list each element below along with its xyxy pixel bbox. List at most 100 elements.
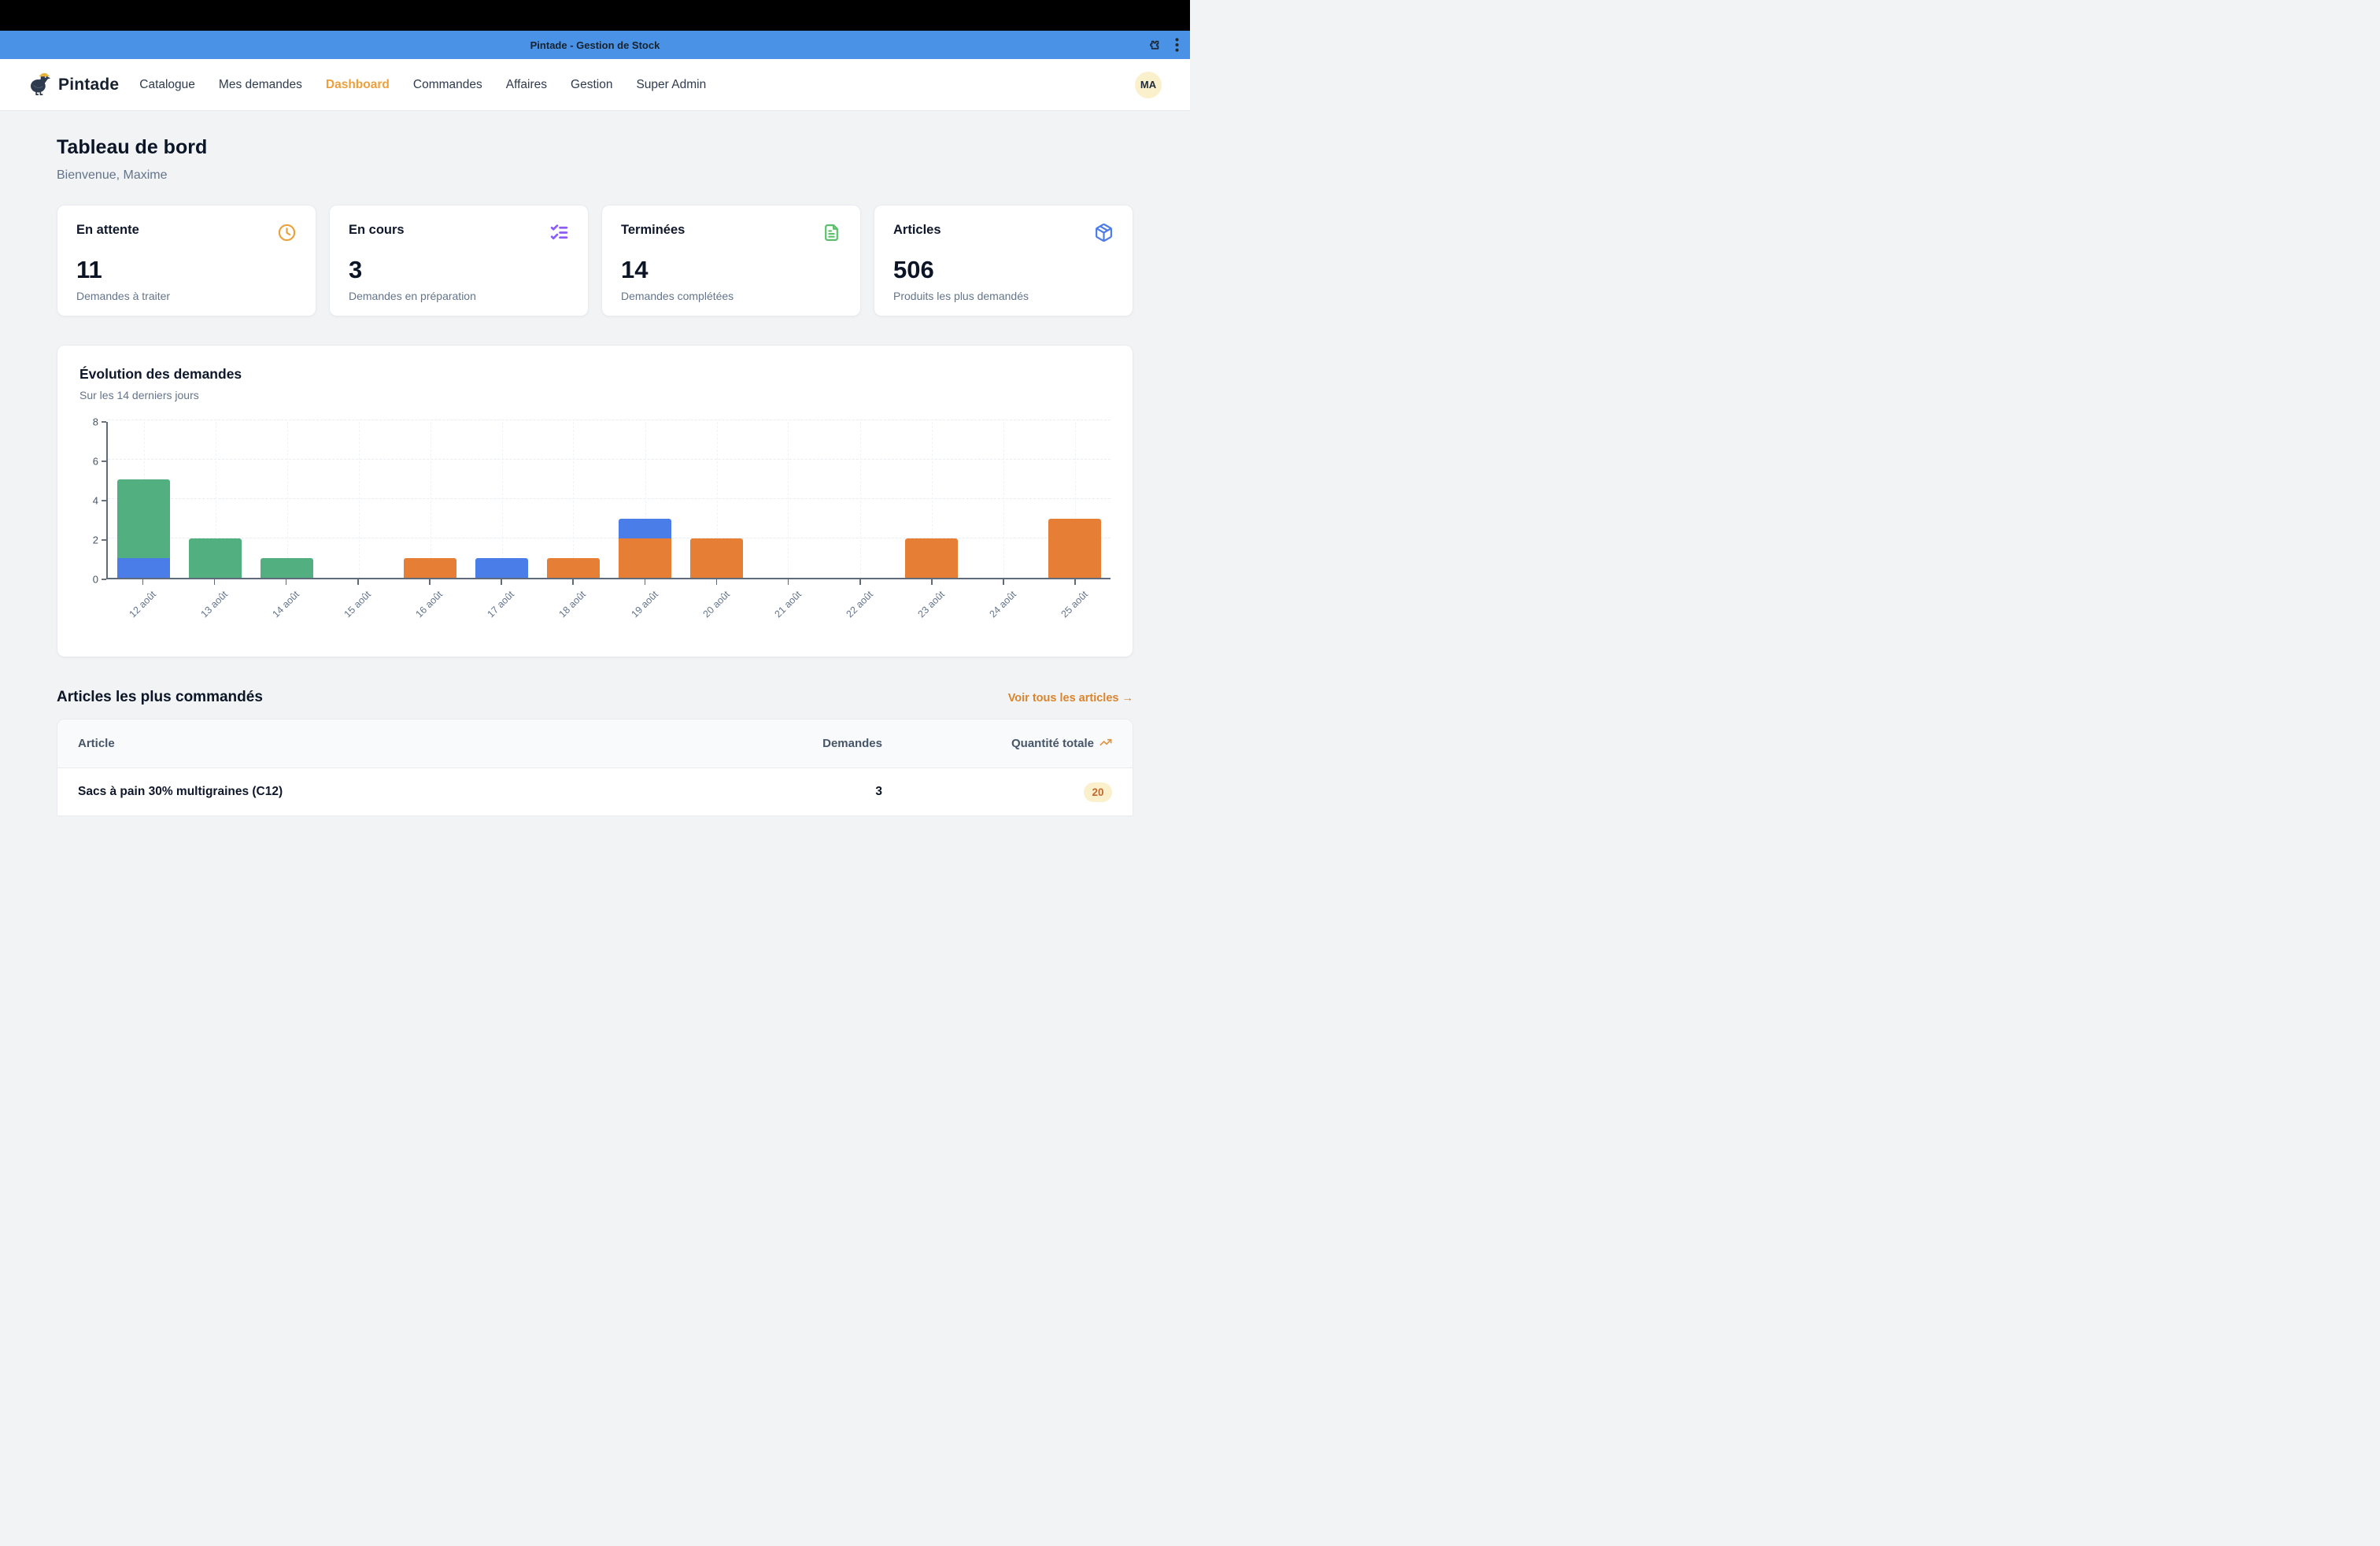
nav-item-catalogue[interactable]: Catalogue: [139, 78, 195, 92]
x-axis-tick: [1074, 579, 1076, 585]
x-tick-label: 18 août: [557, 589, 588, 620]
stat-value: 3: [349, 256, 569, 284]
view-all-articles-link[interactable]: Voir tous les articles →: [1008, 692, 1133, 705]
nav-item-dashboard[interactable]: Dashboard: [326, 78, 390, 92]
nav-items: Catalogue Mes demandes Dashboard Commandes A…: [139, 78, 706, 92]
stat-label: En attente: [76, 223, 139, 238]
x-tick-label: 25 août: [1059, 589, 1090, 620]
y-axis-label: 4: [93, 495, 98, 507]
col-header-article: Article: [78, 737, 788, 750]
chart-bar: [547, 558, 600, 578]
y-axis-label: 6: [93, 456, 98, 468]
kebab-menu-icon[interactable]: [1175, 38, 1179, 52]
file-text-icon: [822, 223, 841, 246]
gridline: [287, 422, 288, 578]
bar-chart: [106, 422, 1111, 579]
chart-bar: [404, 558, 456, 578]
stat-label: En cours: [349, 223, 405, 238]
bar-segment-orange: [619, 538, 671, 578]
x-axis-tick: [1003, 579, 1004, 585]
nav-item-super-admin[interactable]: Super Admin: [636, 78, 706, 92]
nav-item-affaires[interactable]: Affaires: [506, 78, 547, 92]
x-tick-label: 21 août: [772, 589, 803, 620]
bar-segment-blue: [475, 558, 528, 578]
gridline: [788, 422, 789, 578]
stat-sublabel: Produits les plus demandés: [893, 290, 1114, 302]
x-axis-tick: [429, 579, 431, 585]
stat-value: 506: [893, 256, 1114, 284]
chart-title: Évolution des demandes: [79, 366, 1111, 383]
bird-logo-icon: [28, 70, 52, 100]
gridline: [860, 422, 861, 578]
x-axis-tick: [645, 579, 646, 585]
trending-up-icon: [1099, 736, 1112, 752]
bar-segment-blue: [619, 519, 671, 538]
x-tick-label: 14 août: [270, 589, 301, 620]
chart-bar: [261, 558, 313, 578]
nav-item-mes-demandes[interactable]: Mes demandes: [219, 78, 302, 92]
x-axis-tick: [142, 579, 144, 585]
gridline: [1003, 422, 1004, 578]
x-tick-label: 12 août: [127, 589, 157, 620]
stat-card-articles: Articles 506 Produits les plus demandés: [874, 205, 1133, 316]
gridline: [502, 422, 503, 578]
col-header-quantite[interactable]: Quantité totale: [882, 736, 1112, 752]
quantite-cell: 20: [882, 782, 1112, 802]
x-tick-label: 20 août: [700, 589, 731, 620]
bar-segment-green: [189, 538, 242, 578]
x-tick-label: 19 août: [629, 589, 660, 620]
chrome-top-bar: [0, 0, 1190, 31]
chart-subtitle: Sur les 14 derniers jours: [79, 389, 1111, 401]
package-icon: [1094, 223, 1114, 246]
avatar[interactable]: MA: [1135, 72, 1162, 98]
table-row: Sacs à pain 30% multigraines (C12)320: [57, 768, 1133, 816]
chart-bar: [690, 538, 743, 578]
bar-segment-blue: [117, 558, 170, 578]
x-axis-tick: [788, 579, 789, 585]
page-title: Tableau de bord: [57, 136, 1133, 159]
x-tick-label: 15 août: [342, 589, 373, 620]
stat-card-terminées: Terminées14Demandes complétées: [601, 205, 861, 316]
x-tick-label: 13 août: [198, 589, 229, 620]
x-tick-label: 24 août: [988, 589, 1018, 620]
stat-label: Articles: [893, 223, 941, 238]
bar-segment-green: [117, 479, 170, 558]
nav-item-commandes[interactable]: Commandes: [413, 78, 482, 92]
col-header-demandes: Demandes: [788, 737, 882, 750]
stats-row: En attente 11 Demandes à traiter En cours 3 D…: [57, 205, 1133, 316]
x-tick-label: 16 août: [414, 589, 445, 620]
x-axis-tick: [357, 579, 359, 585]
bar-segment-orange: [547, 558, 600, 578]
bar-segment-orange: [690, 538, 743, 578]
chart-bar: [1048, 519, 1101, 578]
stat-label: Terminées: [621, 223, 685, 238]
stat-card-en-cours: En cours 3 Demandes en préparation: [329, 205, 589, 316]
nav-item-gestion[interactable]: Gestion: [571, 78, 612, 92]
x-axis-tick: [286, 579, 287, 585]
chrome-title-bar: Pintade - Gestion de Stock: [0, 31, 1190, 59]
list-checks-icon: [549, 223, 569, 246]
gridline: [108, 459, 1111, 460]
app-logo[interactable]: Pintade: [28, 70, 119, 100]
x-axis-tick: [501, 579, 502, 585]
y-axis-label: 0: [93, 574, 98, 586]
bar-segment-orange: [1048, 519, 1101, 578]
brand-name: Pintade: [58, 76, 119, 94]
x-tick-label: 17 août: [486, 589, 516, 620]
y-axis-label: 8: [93, 416, 98, 428]
articles-table: Article Demandes Quantité totale Sacs à …: [57, 719, 1133, 816]
stat-sublabel: Demandes en préparation: [349, 290, 569, 302]
chart-y-axis: 02468: [79, 422, 106, 579]
stat-sublabel: Demandes à traiter: [76, 290, 297, 302]
extensions-puzzle-icon[interactable]: [1148, 39, 1161, 52]
x-tick-label: 23 août: [916, 589, 947, 620]
stat-value: 14: [621, 256, 841, 284]
chart-bar: [475, 558, 528, 578]
x-axis-tick: [859, 579, 861, 585]
window-title: Pintade - Gestion de Stock: [0, 39, 1190, 51]
x-axis-tick: [716, 579, 718, 585]
gridline: [573, 422, 574, 578]
demandes-cell: 3: [788, 785, 882, 799]
stat-value: 11: [76, 256, 297, 284]
stat-card-en-attente: En attente 11 Demandes à traiter: [57, 205, 316, 316]
